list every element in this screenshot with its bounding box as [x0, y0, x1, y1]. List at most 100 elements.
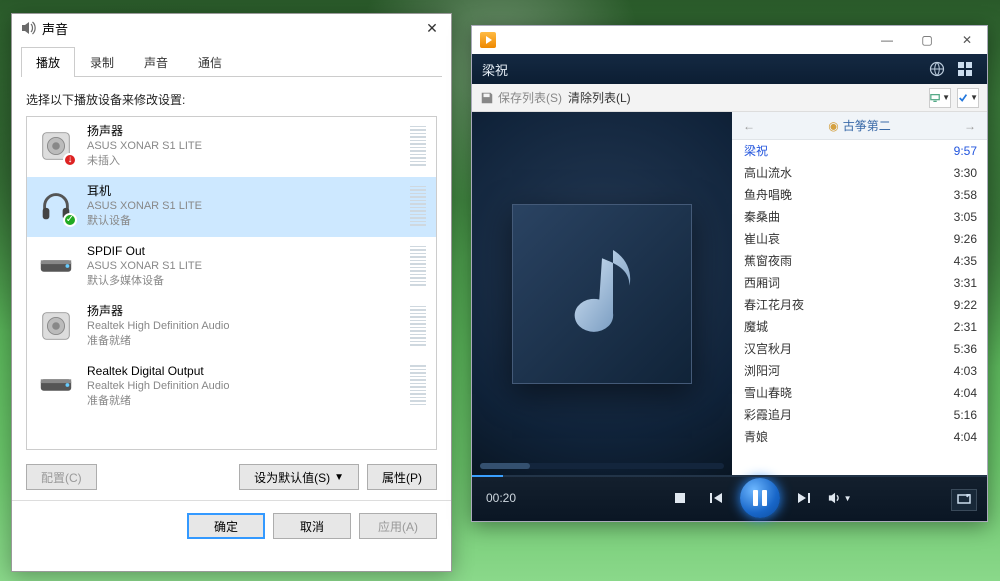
track-row[interactable]: 青娘4:04: [732, 426, 987, 448]
dialog-footer: 确定 取消 应用(A): [12, 500, 451, 551]
device-text: 扬声器 ASUS XONAR S1 LITE 未插入: [87, 123, 398, 169]
track-name: 蕉窗夜雨: [744, 252, 939, 270]
set-default-label: 设为默认值(S): [254, 469, 330, 486]
device-text: 扬声器 Realtek High Definition Audio 准备就绪: [87, 303, 398, 349]
monitor-icon: [930, 92, 940, 104]
apply-button[interactable]: 应用(A): [359, 513, 437, 539]
device-status: 准备就绪: [87, 334, 398, 349]
device-item[interactable]: ✓ 耳机 ASUS XONAR S1 LITE 默认设备: [27, 177, 436, 237]
device-driver: ASUS XONAR S1 LITE: [87, 259, 398, 274]
device-item[interactable]: Realtek Digital Output Realtek High Defi…: [27, 357, 436, 417]
track-name: 汉宫秋月: [744, 340, 939, 358]
player-controls: 00:20 ▼: [472, 475, 987, 521]
prev-track-button[interactable]: [704, 486, 728, 510]
track-row[interactable]: 汉宫秋月5:36: [732, 338, 987, 360]
globe-icon[interactable]: [925, 57, 949, 81]
save-icon: [480, 91, 494, 105]
device-item[interactable]: ↓ 扬声器 ASUS XONAR S1 LITE 未插入: [27, 117, 436, 177]
level-meter: [410, 306, 426, 346]
music-note-icon: [557, 239, 647, 349]
track-duration: 9:22: [939, 296, 977, 314]
tab-recording[interactable]: 录制: [75, 47, 129, 77]
playlist-check-button[interactable]: ▼: [957, 88, 979, 108]
device-name: 扬声器: [87, 303, 398, 319]
track-duration: 3:31: [939, 274, 977, 292]
track-row[interactable]: 春江花月夜9:22: [732, 294, 987, 316]
track-row[interactable]: 彩霞追月5:16: [732, 404, 987, 426]
track-duration: 5:16: [939, 406, 977, 424]
switch-view-icon[interactable]: [953, 57, 977, 81]
player-titlebar: — ▢ ✕: [472, 26, 987, 54]
track-name: 梁祝: [744, 142, 939, 160]
volume-button[interactable]: ▼: [828, 486, 852, 510]
device-name: 耳机: [87, 183, 398, 199]
track-row[interactable]: 雪山春晓4:04: [732, 382, 987, 404]
headphone-icon: ✓: [37, 187, 75, 225]
track-row[interactable]: 崔山哀9:26: [732, 228, 987, 250]
track-duration: 4:03: [939, 362, 977, 380]
spdif-icon: [37, 247, 75, 285]
tab-sounds[interactable]: 声音: [129, 47, 183, 77]
track-row[interactable]: 梁祝9:57: [732, 140, 987, 162]
track-name: 彩霞追月: [744, 406, 939, 424]
next-track-button[interactable]: [792, 486, 816, 510]
set-default-button[interactable]: 设为默认值(S) ▼: [239, 464, 359, 490]
track-name: 崔山哀: [744, 230, 939, 248]
track-name: 雪山春晓: [744, 384, 939, 402]
stop-button[interactable]: [668, 486, 692, 510]
minimize-button[interactable]: —: [867, 28, 907, 52]
playlist-header: ← ◉ 古筝第二 →: [732, 112, 987, 140]
wmp-icon: [480, 32, 496, 48]
tab-playback[interactable]: 播放: [21, 47, 75, 77]
device-item[interactable]: SPDIF Out ASUS XONAR S1 LITE 默认多媒体设备: [27, 237, 436, 297]
device-name: Realtek Digital Output: [87, 363, 398, 379]
sound-titlebar: 声音 ✕: [12, 14, 451, 42]
close-button[interactable]: ✕: [419, 18, 445, 38]
speaker-icon: [37, 307, 75, 345]
device-status: 未插入: [87, 154, 398, 169]
maximize-button[interactable]: ▢: [907, 28, 947, 52]
track-row[interactable]: 魔城2:31: [732, 316, 987, 338]
device-text: Realtek Digital Output Realtek High Defi…: [87, 363, 398, 409]
track-row[interactable]: 蕉窗夜雨4:35: [732, 250, 987, 272]
playlist-prev-button[interactable]: ←: [740, 119, 758, 133]
track-row[interactable]: 秦桑曲3:05: [732, 206, 987, 228]
level-meter: [410, 246, 426, 286]
switch-mode-button[interactable]: [951, 489, 977, 511]
track-row[interactable]: 鱼舟唱晚3:58: [732, 184, 987, 206]
chevron-down-icon: ▼: [844, 494, 852, 503]
level-meter: [410, 126, 426, 166]
close-button[interactable]: ✕: [947, 28, 987, 52]
track-row[interactable]: 高山流水3:30: [732, 162, 987, 184]
save-list-button[interactable]: 保存列表(S): [480, 89, 562, 106]
track-row[interactable]: 浏阳河4:03: [732, 360, 987, 382]
tab-comm[interactable]: 通信: [183, 47, 237, 77]
play-pause-button[interactable]: [740, 478, 780, 518]
properties-button[interactable]: 属性(P): [367, 464, 437, 490]
track-row[interactable]: 西厢词3:31: [732, 272, 987, 294]
configure-button[interactable]: 配置(C): [26, 464, 97, 490]
device-item[interactable]: 扬声器 Realtek High Definition Audio 准备就绪: [27, 297, 436, 357]
sound-icon: [20, 20, 36, 36]
device-status: 准备就绪: [87, 394, 398, 409]
seek-bar[interactable]: [472, 475, 987, 477]
playlist-pane: ← ◉ 古筝第二 → 梁祝9:57高山流水3:30鱼舟唱晚3:58秦桑曲3:05…: [732, 112, 987, 475]
album-scrollbar[interactable]: [480, 463, 724, 469]
cancel-button[interactable]: 取消: [273, 513, 351, 539]
track-duration: 3:05: [939, 208, 977, 226]
album-art: [512, 204, 692, 384]
check-icon: [958, 92, 968, 104]
check-icon: ✓: [63, 213, 77, 227]
device-status: 默认设备: [87, 214, 398, 229]
pause-icon: [753, 490, 767, 506]
playlist-next-button[interactable]: →: [961, 119, 979, 133]
track-duration: 5:36: [939, 340, 977, 358]
device-text: 耳机 ASUS XONAR S1 LITE 默认设备: [87, 183, 398, 229]
ok-button[interactable]: 确定: [187, 513, 265, 539]
device-driver: ASUS XONAR S1 LITE: [87, 199, 398, 214]
media-player-window: — ▢ ✕ 梁祝 保存列表(S) 清除列表(L) ▼ ▼: [471, 25, 988, 522]
playlist-options-button[interactable]: ▼: [929, 88, 951, 108]
track-name: 春江花月夜: [744, 296, 939, 314]
clear-list-button[interactable]: 清除列表(L): [568, 89, 631, 106]
device-status: 默认多媒体设备: [87, 274, 398, 289]
